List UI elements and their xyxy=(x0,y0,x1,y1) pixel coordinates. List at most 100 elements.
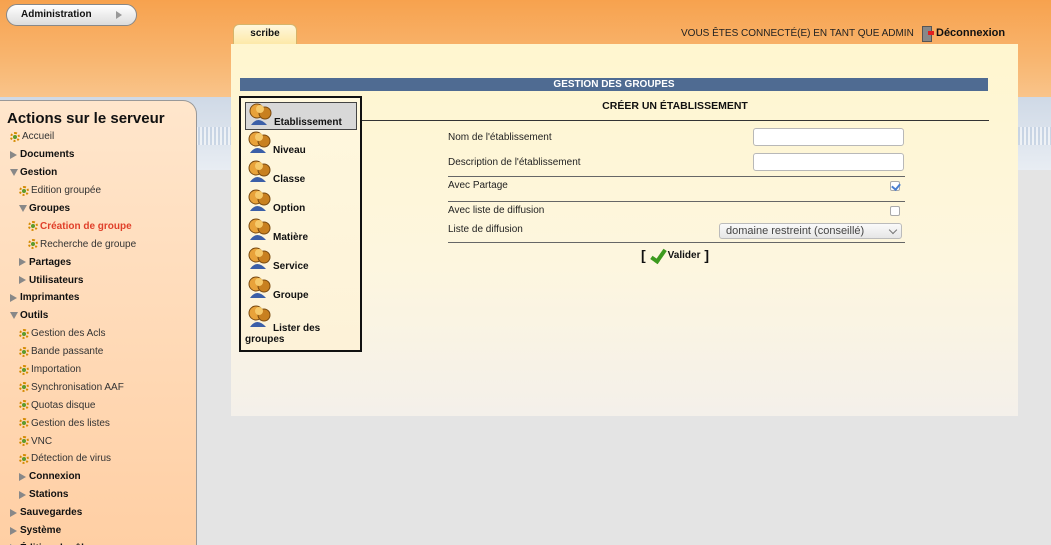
sidebar-item[interactable]: Connexion xyxy=(0,468,196,486)
sidebar-title: Actions sur le serveur xyxy=(7,110,165,127)
gear-icon xyxy=(19,453,29,464)
sidebar-item[interactable]: VNC xyxy=(0,432,196,450)
sidebar-item[interactable]: Stations xyxy=(0,486,196,504)
divider xyxy=(448,242,905,243)
gear-icon xyxy=(19,382,29,393)
sidebar-item[interactable]: Groupes xyxy=(0,200,196,218)
gear-icon xyxy=(19,328,29,339)
sidebar-item[interactable]: Gestion xyxy=(0,164,196,182)
expanded-arrow-icon xyxy=(10,312,18,320)
sidebar-item-label: Gestion xyxy=(20,167,58,179)
sidebar-item[interactable]: Importation xyxy=(0,361,196,379)
bracket-right: ] xyxy=(700,247,710,263)
divider xyxy=(361,120,989,121)
collapsed-arrow-icon xyxy=(19,472,26,481)
sidebar-item-label: Utilisateurs xyxy=(29,274,84,286)
form-title: CRÉER UN ÉTABLISSEMENT xyxy=(602,100,748,112)
share-label: Avec Partage xyxy=(448,180,508,191)
sidebar-item[interactable]: Système xyxy=(0,522,196,540)
sidebar-item[interactable]: Documents xyxy=(0,146,196,164)
sidebar-item[interactable]: Recherche de groupe xyxy=(0,235,196,253)
sidebar-item-label: Partages xyxy=(29,256,72,268)
menu-item[interactable]: Classe xyxy=(245,160,357,188)
submit-button[interactable]: [ Valider ] xyxy=(641,247,709,263)
gear-icon xyxy=(28,239,38,250)
tab-label: scribe xyxy=(250,28,280,39)
logout-label: Déconnexion xyxy=(936,27,1006,39)
sidebar-item[interactable]: Edition groupée xyxy=(0,182,196,200)
tab-scribe[interactable]: scribe xyxy=(233,24,297,44)
sidebar-item[interactable]: Sauvegardes xyxy=(0,504,196,522)
sidebar-item[interactable]: Synchronisation AAF xyxy=(0,378,196,396)
menu-item-label-line1: Lister des xyxy=(273,323,321,334)
collapsed-arrow-icon xyxy=(19,490,26,499)
menu-item-label: Classe xyxy=(273,174,306,185)
group-type-menu: Etablissement Niveau Classe Option Matière Se… xyxy=(239,96,362,352)
sidebar-item[interactable]: Partages xyxy=(0,253,196,271)
list-select[interactable]: domaine restreint (conseillé) xyxy=(719,223,902,239)
gear-icon xyxy=(19,418,29,429)
sidebar-item[interactable]: Gestion des Acls xyxy=(0,325,196,343)
sidebar-nav: Accueil Documents Gestion Edition groupée Gr… xyxy=(0,128,196,545)
sidebar-item-label: VNC xyxy=(31,435,53,447)
menu-item-label: Matière xyxy=(273,232,309,243)
sidebar: Actions sur le serveur Accueil Documents G… xyxy=(0,100,197,545)
menu-item[interactable]: Option xyxy=(245,189,357,217)
sidebar-item[interactable]: Création de groupe xyxy=(0,217,196,235)
arrow-right-icon xyxy=(116,11,122,19)
checkmark-icon xyxy=(649,247,665,263)
sidebar-item[interactable]: Détection de virus xyxy=(0,450,196,468)
gear-icon xyxy=(19,436,29,447)
group-people-icon xyxy=(246,218,272,242)
sidebar-item[interactable]: Édition de rôles xyxy=(0,539,196,545)
sidebar-item[interactable]: Gestion des listes xyxy=(0,414,196,432)
sidebar-item[interactable]: Accueil xyxy=(0,128,196,146)
menu-item-label: Niveau xyxy=(273,145,306,156)
sidebar-item-label: Documents xyxy=(20,149,75,161)
sidebar-item-label: Création de groupe xyxy=(40,220,132,232)
menu-item[interactable]: Etablissement xyxy=(245,102,357,130)
name-input[interactable] xyxy=(753,128,904,146)
collapsed-arrow-icon xyxy=(10,293,17,302)
sidebar-item-label: Système xyxy=(20,525,62,537)
divider xyxy=(448,201,905,202)
logout-button[interactable]: Déconnexion xyxy=(920,26,1006,42)
sidebar-item[interactable]: Imprimantes xyxy=(0,289,196,307)
sidebar-item-label: Importation xyxy=(31,364,82,376)
name-label: Nom de l'établissement xyxy=(448,132,552,143)
administration-button[interactable]: Administration xyxy=(6,4,137,26)
gear-icon xyxy=(19,364,29,375)
group-people-icon xyxy=(246,160,272,184)
collapsed-arrow-icon xyxy=(10,508,17,517)
gear-icon xyxy=(19,185,29,196)
group-people-icon xyxy=(247,103,273,127)
sidebar-item-label: Quotas disque xyxy=(31,399,96,411)
main-panel: GESTION DES GROUPES CRÉER UN ÉTABLISSEME… xyxy=(231,44,1018,416)
gear-icon xyxy=(19,346,29,357)
sidebar-item-label: Stations xyxy=(29,489,69,501)
bracket-left: [ xyxy=(641,247,646,263)
sidebar-item-label: Bande passante xyxy=(31,346,104,358)
group-people-icon xyxy=(246,131,272,155)
menu-item[interactable]: Groupe xyxy=(245,276,357,304)
menu-item[interactable]: Service xyxy=(245,247,357,275)
mailing-label: Avec liste de diffusion xyxy=(448,205,545,216)
sidebar-item-label: Recherche de groupe xyxy=(40,238,137,250)
sidebar-item[interactable]: Outils xyxy=(0,307,196,325)
administration-label: Administration xyxy=(21,9,92,20)
menu-item[interactable]: Niveau xyxy=(245,131,357,159)
share-checkbox[interactable] xyxy=(890,181,900,191)
sidebar-item[interactable]: Bande passante xyxy=(0,343,196,361)
sidebar-item[interactable]: Quotas disque xyxy=(0,396,196,414)
menu-item[interactable]: Matière xyxy=(245,218,357,246)
list-select-value: domaine restreint (conseillé) xyxy=(726,225,865,237)
description-label: Description de l'établissement xyxy=(448,157,581,168)
list-label: Liste de diffusion xyxy=(448,224,523,235)
group-people-icon xyxy=(246,247,272,271)
expanded-arrow-icon xyxy=(19,205,27,212)
menu-item[interactable]: Lister des groupes xyxy=(245,305,357,345)
divider xyxy=(448,176,905,177)
mailing-checkbox[interactable] xyxy=(890,206,900,216)
sidebar-item[interactable]: Utilisateurs xyxy=(0,271,196,289)
description-input[interactable] xyxy=(753,153,904,171)
